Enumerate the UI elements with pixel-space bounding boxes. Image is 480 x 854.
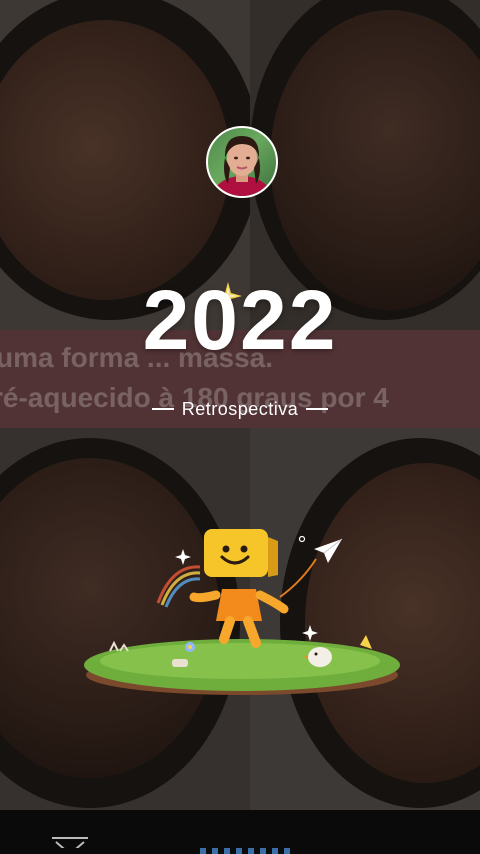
triangle-back-icon[interactable] xyxy=(48,820,92,848)
subtitle: Retrospectiva xyxy=(181,398,299,419)
profile-avatar[interactable] xyxy=(206,126,278,198)
subtitle-row: Retrospectiva xyxy=(0,396,480,422)
system-nav-bar xyxy=(0,810,480,854)
year-title: 2022 xyxy=(142,273,338,367)
divider xyxy=(151,408,174,410)
page-dots-indicator xyxy=(200,848,290,854)
story-stage[interactable]: uma forma ... massa. ré-aquecido à 180 g… xyxy=(0,0,480,854)
sparkle-icon xyxy=(175,549,191,565)
divider xyxy=(306,408,329,410)
paper-plane-icon xyxy=(279,538,343,598)
sparkle-icon xyxy=(302,625,318,641)
flower-icon xyxy=(185,642,195,652)
smiley-box-mascot xyxy=(189,529,289,648)
mascot-illustration xyxy=(84,529,400,695)
